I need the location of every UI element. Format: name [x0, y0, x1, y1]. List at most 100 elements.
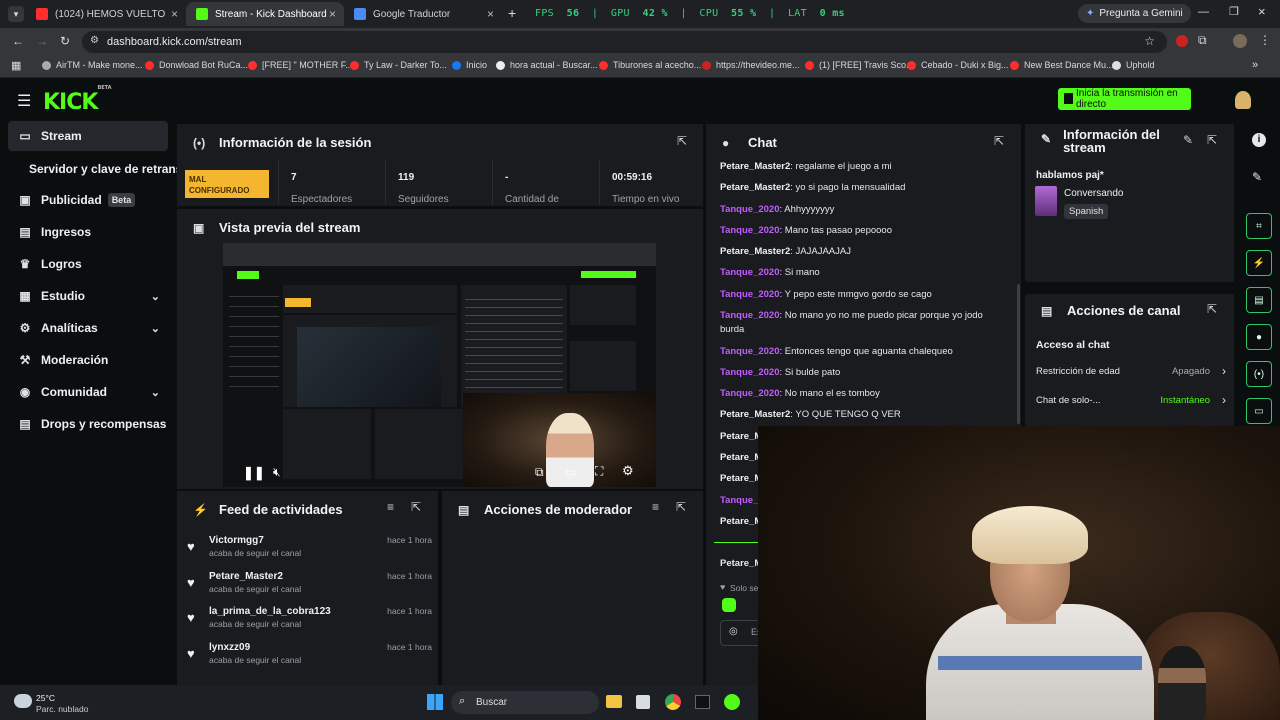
chat-button[interactable]: ●: [1246, 324, 1272, 350]
minimize-icon[interactable]: —: [1198, 6, 1209, 18]
bookmark-item[interactable]: Inicio: [452, 60, 487, 70]
chat-username[interactable]: Tanque_2020: [720, 225, 780, 236]
bad-config-badge[interactable]: MAL CONFIGURADO: [185, 170, 269, 198]
clip-button[interactable]: ⌗: [1246, 213, 1272, 239]
browser-tab-youtube[interactable]: (1024) HEMOS VUELTO A F... ×: [26, 2, 186, 26]
filter-icon[interactable]: ≡: [652, 500, 659, 514]
age-restriction-row[interactable]: Restricción de edad Apagado ›: [1036, 364, 1226, 380]
windows-start-icon[interactable]: [427, 694, 443, 710]
go-live-button[interactable]: Inicia la transmisión en directo: [1058, 88, 1191, 110]
extensions-puzzle-icon[interactable]: ⧉: [1198, 33, 1207, 48]
bookmark-item[interactable]: Uphold: [1112, 60, 1155, 70]
menu-dots-icon[interactable]: ⋮: [1259, 33, 1271, 47]
kick-app-icon[interactable]: [724, 694, 740, 710]
chat-username[interactable]: Tanque_: [720, 495, 758, 506]
sidebar-item-income[interactable]: ▤ Ingresos: [8, 217, 168, 247]
chat-username[interactable]: Tanque_2020: [720, 388, 780, 399]
chat-username[interactable]: Petare_Master2: [720, 182, 790, 193]
fullscreen-icon[interactable]: ⛶: [595, 464, 603, 479]
close-tab-icon[interactable]: ×: [329, 7, 336, 21]
info-icon[interactable]: i: [1252, 133, 1266, 147]
browser-tab-translate[interactable]: Google Traductor ×: [344, 2, 502, 26]
chat-username[interactable]: Tanque_2020: [720, 310, 780, 321]
bookmark-item[interactable]: [FREE] " MOTHER F...: [248, 60, 353, 70]
bookmark-item[interactable]: New Best Dance Mu...: [1010, 60, 1114, 70]
popout-icon[interactable]: ⇱: [1207, 302, 1217, 316]
close-tab-icon[interactable]: ×: [171, 7, 178, 21]
bookmark-item[interactable]: hora actual - Buscar...: [496, 60, 598, 70]
broadcast-button[interactable]: (•): [1246, 361, 1272, 387]
store-icon[interactable]: [636, 695, 650, 709]
tv-button[interactable]: ▭: [1246, 398, 1272, 424]
chevron-down-icon[interactable]: ⌄: [151, 386, 160, 399]
bookmark-item[interactable]: Cebado - Duki x Big...: [907, 60, 1009, 70]
mute-icon[interactable]: 🔇︎: [273, 465, 281, 480]
settings-gear-icon[interactable]: ⚙: [622, 463, 634, 479]
sidebar-item-studio[interactable]: ▦ Estudio ⌄: [8, 281, 168, 311]
close-window-icon[interactable]: ×: [1258, 4, 1266, 19]
sidebar-item-drops[interactable]: ▤ Drops y recompensas: [8, 409, 168, 439]
more-bookmarks-icon[interactable]: »: [1252, 59, 1258, 71]
chat-username[interactable]: Petare_M: [720, 516, 762, 527]
apps-grid-icon[interactable]: ▦: [11, 59, 21, 72]
profile-avatar[interactable]: [1233, 34, 1247, 48]
pip-icon[interactable]: ⧉: [535, 465, 544, 480]
avatar[interactable]: [1235, 91, 1251, 109]
chevron-down-icon[interactable]: ⌄: [151, 290, 160, 303]
bookmark-star-icon[interactable]: ☆: [1144, 34, 1155, 48]
kick-logo[interactable]: KICKBETA: [43, 85, 112, 115]
chat-username[interactable]: Tanque_2020: [720, 289, 780, 300]
extension-icon[interactable]: [1176, 35, 1188, 47]
notes-button[interactable]: ▤: [1246, 287, 1272, 313]
bookmark-item[interactable]: AirTM - Make mone...: [42, 60, 143, 70]
new-tab-button[interactable]: +: [508, 5, 516, 21]
gemini-button[interactable]: ✦ Pregunta a Gemini: [1078, 4, 1191, 23]
chat-username[interactable]: Tanque_2020: [720, 204, 780, 215]
feed-user[interactable]: la_prima_de_la_cobra123: [209, 606, 331, 617]
hamburger-menu-icon[interactable]: ☰: [17, 91, 31, 111]
chat-username[interactable]: Petare_Master2: [720, 246, 790, 257]
feed-user[interactable]: lynxzz09: [209, 642, 250, 653]
stream-preview-video[interactable]: ❚❚ 🔇︎ ⧉ ▭ ⛶ ⚙: [223, 243, 656, 487]
bookmark-item[interactable]: Tiburones al acecho...: [599, 60, 701, 70]
chrome-icon[interactable]: [665, 694, 681, 710]
emote-icon[interactable]: [722, 598, 736, 612]
weather-temp[interactable]: 25°C: [36, 693, 55, 703]
chevron-down-icon[interactable]: ⌄: [151, 322, 160, 335]
feed-user[interactable]: Victormgg7: [209, 535, 264, 546]
category-name[interactable]: Conversando: [1064, 188, 1123, 199]
popout-icon[interactable]: ⇱: [1207, 133, 1217, 147]
sidebar-item-achievements[interactable]: ♛ Logros: [8, 249, 168, 279]
file-explorer-icon[interactable]: [606, 695, 622, 708]
bookmark-item[interactable]: (1) [FREE] Travis Sco...: [805, 60, 914, 70]
app-icon[interactable]: [695, 695, 710, 709]
edit-layout-icon[interactable]: ✎: [1252, 170, 1262, 184]
chat-username[interactable]: Tanque_2020: [720, 367, 780, 378]
sidebar-item-moderation[interactable]: ⚒ Moderación: [8, 345, 168, 375]
bookmark-item[interactable]: https://thevideo.me...: [702, 60, 800, 70]
chat-username[interactable]: Petare_Master2: [720, 409, 790, 420]
chat-username[interactable]: Petare_M: [720, 452, 762, 463]
filter-icon[interactable]: ≡: [387, 500, 394, 514]
bookmark-item[interactable]: Ty Law - Darker To...: [350, 60, 447, 70]
sidebar-item-server-key[interactable]: Servidor y clave de retransm: [8, 154, 193, 184]
chat-mode-row[interactable]: Chat de solo-... Instantáneo ›: [1036, 393, 1226, 409]
edit-pencil-icon[interactable]: ✎: [1183, 133, 1193, 147]
address-bar[interactable]: ⚙ dashboard.kick.com/stream ☆: [82, 31, 1167, 53]
sidebar-item-stream[interactable]: ▭ Stream: [8, 121, 168, 151]
close-tab-icon[interactable]: ×: [487, 7, 494, 21]
chat-scrollbar[interactable]: [1017, 284, 1020, 424]
sidebar-item-analytics[interactable]: ⚙ Analíticas ⌄: [8, 313, 168, 343]
lightning-button[interactable]: ⚡: [1246, 250, 1272, 276]
back-icon[interactable]: ←: [12, 34, 24, 48]
feed-user[interactable]: Petare_Master2: [209, 571, 283, 582]
chat-username[interactable]: Petare_M: [720, 473, 762, 484]
chat-username[interactable]: Petare_M: [720, 431, 762, 442]
forward-icon[interactable]: →: [36, 34, 48, 48]
sidebar-item-ads[interactable]: ▣ Publicidad Beta: [8, 185, 168, 215]
chat-username[interactable]: Tanque_2020: [720, 267, 780, 278]
popout-icon[interactable]: ⇱: [676, 500, 686, 514]
popout-icon[interactable]: ⇱: [677, 134, 687, 148]
chat-username[interactable]: Petare_M: [720, 558, 762, 569]
maximize-icon[interactable]: ❐: [1229, 5, 1239, 18]
